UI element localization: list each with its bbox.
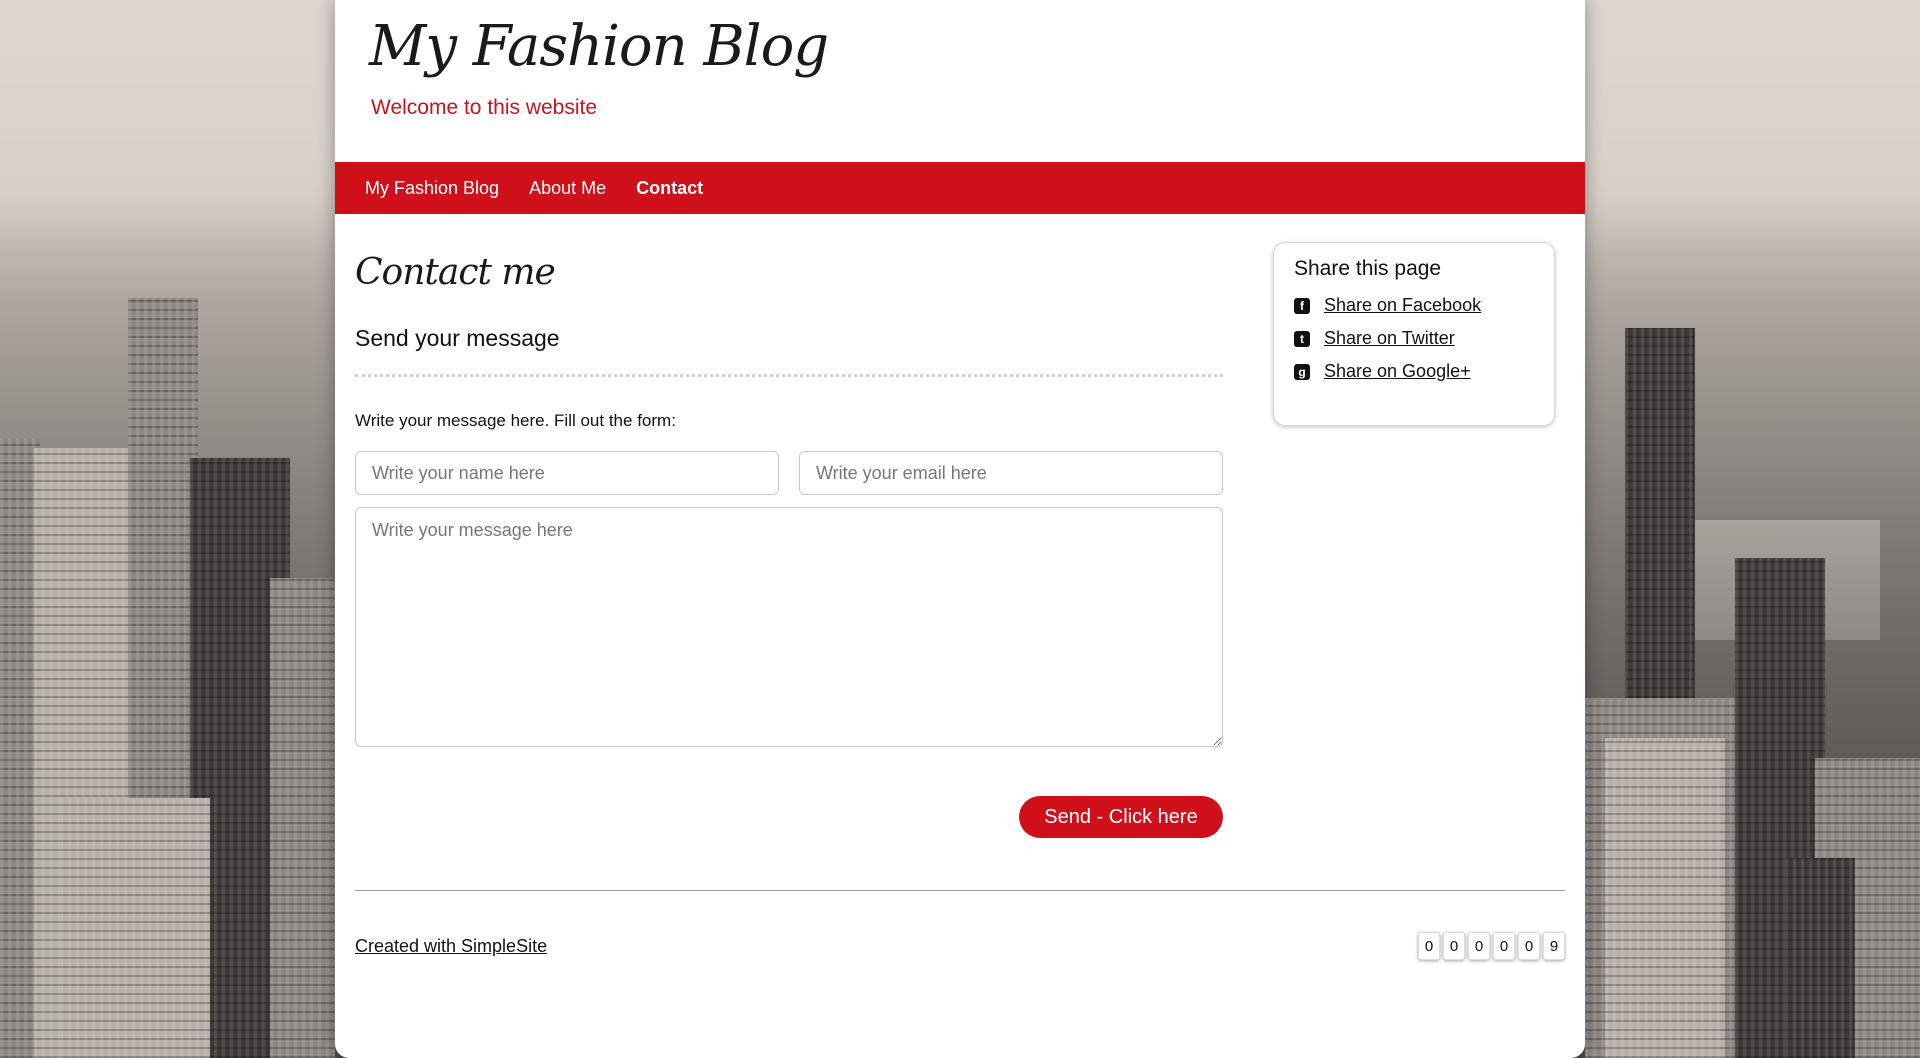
nav-item-my-fashion-blog[interactable]: My Fashion Blog	[365, 178, 499, 199]
twitter-icon: t	[1294, 330, 1310, 347]
counter-digit: 0	[1468, 932, 1490, 960]
page-container: My Fashion Blog Welcome to this website …	[335, 0, 1585, 1058]
share-item-facebook[interactable]: f Share on Facebook	[1294, 295, 1534, 316]
footer-divider	[355, 890, 1565, 891]
name-email-row	[355, 451, 1223, 495]
share-item-twitter[interactable]: t Share on Twitter	[1294, 328, 1534, 349]
share-panel: Share this page f Share on Facebook t Sh…	[1273, 242, 1555, 426]
background-cityscape-left	[0, 0, 335, 1058]
counter-digit: 0	[1418, 932, 1440, 960]
message-textarea[interactable]	[355, 507, 1223, 747]
counter-digit: 0	[1518, 932, 1540, 960]
nav-item-contact[interactable]: Contact	[636, 178, 703, 199]
counter-digit: 0	[1493, 932, 1515, 960]
form-intro-text: Write your message here. Fill out the fo…	[355, 411, 676, 430]
main-nav: My Fashion Blog About Me Contact	[335, 162, 1585, 214]
background-cityscape-right	[1585, 0, 1920, 1058]
site-title[interactable]: My Fashion Blog	[369, 14, 829, 79]
counter-digit: 9	[1543, 932, 1565, 960]
share-twitter-link[interactable]: Share on Twitter	[1324, 328, 1455, 349]
created-with-simplesite-link[interactable]: Created with SimpleSite	[355, 936, 547, 957]
visitor-counter: 0 0 0 0 0 9	[1418, 932, 1565, 960]
divider	[355, 374, 1223, 377]
site-tagline: Welcome to this website	[371, 96, 598, 119]
email-input[interactable]	[799, 451, 1223, 495]
counter-digit: 0	[1443, 932, 1465, 960]
section-heading: Send your message	[355, 325, 560, 351]
share-facebook-link[interactable]: Share on Facebook	[1324, 295, 1481, 316]
google-plus-icon: g	[1294, 363, 1310, 380]
share-title: Share this page	[1294, 257, 1442, 280]
facebook-icon: f	[1294, 297, 1310, 314]
contact-section: Contact me Send your message Write your …	[355, 240, 1223, 838]
name-input[interactable]	[355, 451, 779, 495]
share-google-plus-link[interactable]: Share on Google+	[1324, 361, 1471, 382]
share-item-google-plus[interactable]: g Share on Google+	[1294, 361, 1534, 382]
nav-item-about-me[interactable]: About Me	[529, 178, 606, 199]
send-button[interactable]: Send - Click here	[1019, 796, 1223, 838]
page-title: Contact me	[355, 252, 556, 293]
